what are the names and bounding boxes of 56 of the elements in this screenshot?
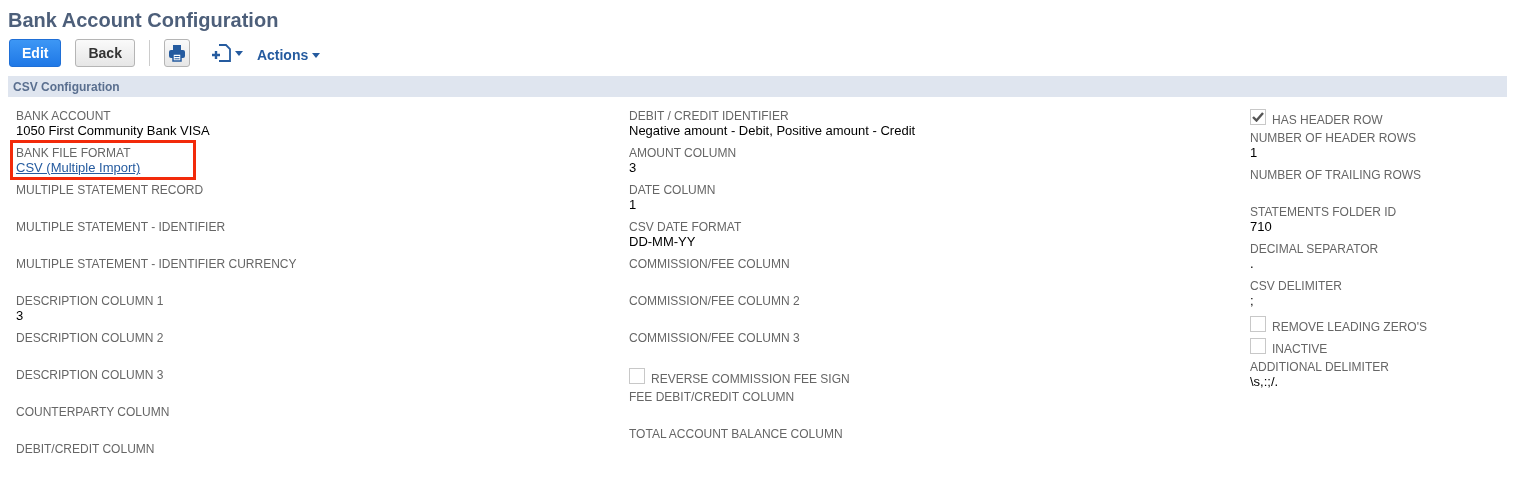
field-label: DATE COLUMN — [629, 183, 716, 197]
caret-icon — [234, 50, 243, 56]
caret-icon — [312, 52, 321, 58]
field-label: TOTAL ACCOUNT BALANCE COLUMN — [629, 427, 843, 441]
field-label: DESCRIPTION COLUMN 2 — [16, 331, 164, 345]
field-label: COMMISSION/FEE COLUMN 2 — [629, 294, 800, 308]
field-value: Negative amount - Debit, Positive amount - Credit — [629, 123, 916, 139]
checkbox[interactable] — [1250, 316, 1266, 332]
field-label: MULTIPLE STATEMENT - IDENTIFIER — [16, 220, 226, 234]
section-header: CSV Configuration — [8, 76, 1507, 97]
field-value: 1 — [629, 197, 637, 213]
field-value: 3 — [629, 160, 637, 176]
field-value: ; — [1250, 293, 1254, 309]
field-link[interactable]: CSV (Multiple Import) — [16, 160, 141, 176]
field-value: DD-MM-YY — [629, 234, 696, 250]
field-label: HAS HEADER ROW — [1272, 113, 1383, 127]
checkbox[interactable] — [1250, 338, 1266, 354]
field-value: 1050 First Community Bank VISA — [16, 123, 210, 139]
field-label: ADDITIONAL DELIMITER — [1250, 360, 1389, 374]
checkbox[interactable] — [629, 368, 645, 384]
field-label: COMMISSION/FEE COLUMN — [629, 257, 790, 271]
edit-button[interactable]: Edit — [9, 39, 62, 67]
field-label: MULTIPLE STATEMENT - IDENTIFIER CURRENCY — [16, 257, 297, 271]
field-label: DESCRIPTION COLUMN 3 — [16, 368, 164, 382]
field-label: DECIMAL SEPARATOR — [1250, 242, 1379, 256]
page-title: Bank Account Configuration — [8, 8, 280, 33]
field-label: BANK ACCOUNT — [16, 109, 111, 123]
actions-menu[interactable]: Actions — [256, 47, 321, 63]
field-value: 710 — [1250, 219, 1272, 235]
field-value: 1 — [1250, 145, 1258, 161]
field-label: MULTIPLE STATEMENT RECORD — [16, 183, 204, 197]
field-label: CSV DELIMITER — [1250, 279, 1342, 293]
field-label: NUMBER OF TRAILING ROWS — [1250, 168, 1422, 182]
field-label: INACTIVE — [1272, 342, 1328, 356]
field-label: AMOUNT COLUMN — [629, 146, 737, 160]
field-label: REVERSE COMMISSION FEE SIGN — [651, 372, 850, 386]
field-label: DESCRIPTION COLUMN 1 — [16, 294, 164, 308]
new-document-button[interactable] — [211, 43, 243, 63]
field-label: COUNTERPARTY COLUMN — [16, 405, 170, 419]
add-document-icon — [211, 43, 232, 63]
checkbox[interactable] — [1250, 109, 1266, 125]
field-label: COMMISSION/FEE COLUMN 3 — [629, 331, 800, 345]
field-label: REMOVE LEADING ZERO'S — [1272, 320, 1427, 334]
printer-icon — [167, 44, 186, 62]
field-label: STATEMENTS FOLDER ID — [1250, 205, 1397, 219]
field-value: 3 — [16, 308, 24, 324]
field-label: NUMBER OF HEADER ROWS — [1250, 131, 1416, 145]
field-value: \s,:;/. — [1250, 374, 1279, 390]
field-label: FEE DEBIT/CREDIT COLUMN — [629, 390, 795, 404]
print-button[interactable] — [163, 39, 190, 67]
field-label: DEBIT / CREDIT IDENTIFIER — [629, 109, 789, 123]
field-value: . — [1250, 256, 1254, 272]
back-button[interactable]: Back — [75, 39, 135, 67]
field-label: BANK FILE FORMAT — [16, 146, 131, 160]
field-label: CSV DATE FORMAT — [629, 220, 742, 234]
field-label: DEBIT/CREDIT COLUMN — [16, 442, 155, 456]
